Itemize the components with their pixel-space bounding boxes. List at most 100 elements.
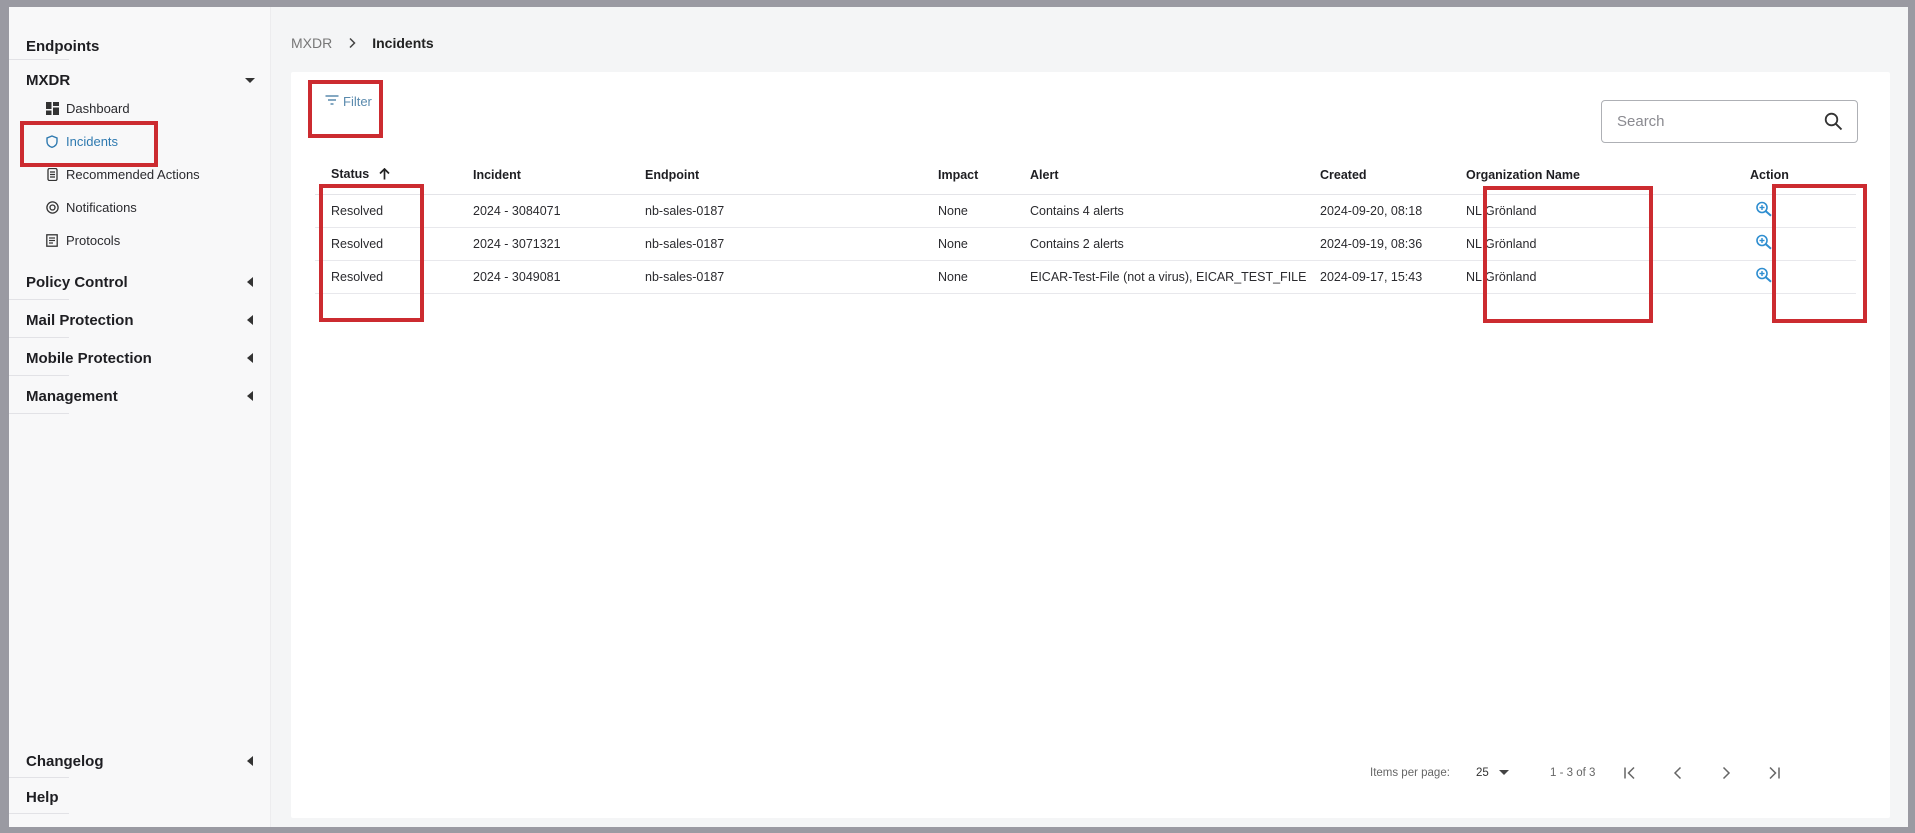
sidebar-item-incidents[interactable]: Incidents <box>9 125 271 158</box>
sidebar: Endpoints MXDR Dashboard Incidents Recom… <box>9 7 271 827</box>
previous-page-button[interactable] <box>1667 762 1689 784</box>
sidebar-section-management[interactable]: Management <box>9 377 271 415</box>
sidebar-section-help[interactable]: Help <box>9 779 271 815</box>
table-row[interactable]: Resolved 2024 - 3084071 nb-sales-0187 No… <box>315 194 1856 228</box>
sidebar-section-label: Policy Control <box>26 273 128 291</box>
items-per-page-select[interactable]: 25 <box>1476 767 1509 779</box>
chevron-down-icon <box>1498 770 1509 775</box>
cell-impact: None <box>938 260 1030 294</box>
column-header-created[interactable]: Created <box>1320 157 1466 195</box>
chevron-right-icon <box>346 37 358 49</box>
filter-button[interactable]: Filter <box>325 94 372 109</box>
sidebar-section-label: Mobile Protection <box>26 349 152 367</box>
search-field <box>1601 100 1858 143</box>
breadcrumb-current: Incidents <box>372 35 434 51</box>
sidebar-section-mxdr[interactable]: MXDR <box>9 65 271 95</box>
sidebar-bottom-nav: Changelog Help <box>9 743 271 815</box>
column-header-endpoint[interactable]: Endpoint <box>645 157 938 195</box>
search-icon[interactable] <box>1824 112 1843 136</box>
table-row[interactable]: Resolved 2024 - 3049081 nb-sales-0187 No… <box>315 260 1856 294</box>
sidebar-section-endpoints[interactable]: Endpoints <box>9 31 271 61</box>
cell-alert: Contains 4 alerts <box>1030 194 1320 228</box>
sidebar-section-label: Management <box>26 387 118 405</box>
chevron-left-icon <box>247 756 253 766</box>
zoom-in-icon[interactable] <box>1755 201 1773 217</box>
cell-organization: NL Grönland <box>1466 227 1750 261</box>
cell-incident: 2024 - 3049081 <box>473 260 645 294</box>
divider <box>9 59 69 60</box>
list-icon <box>45 168 59 182</box>
cell-created: 2024-09-17, 15:43 <box>1320 260 1466 294</box>
sidebar-section-mobile-protection[interactable]: Mobile Protection <box>9 339 271 377</box>
column-header-status[interactable]: Status <box>315 157 473 195</box>
highlight-box-filter <box>308 80 383 138</box>
sidebar-item-label: Incidents <box>66 134 119 149</box>
notification-icon <box>45 201 59 215</box>
zoom-in-icon[interactable] <box>1755 234 1773 250</box>
column-header-organization[interactable]: Organization Name <box>1466 157 1750 195</box>
cell-endpoint: nb-sales-0187 <box>645 227 938 261</box>
arrow-up-icon <box>379 168 390 183</box>
chevron-left-icon <box>1673 766 1682 780</box>
page-range-label: 1 - 3 of 3 <box>1550 767 1596 779</box>
incidents-table: Status Incident Endpoint Impact Alert Cr… <box>315 157 1856 294</box>
cell-created: 2024-09-19, 08:36 <box>1320 227 1466 261</box>
sidebar-item-label: Notifications <box>66 200 137 215</box>
sidebar-item-label: Recommended Actions <box>66 167 200 182</box>
zoom-in-icon[interactable] <box>1755 267 1773 283</box>
chevron-right-icon <box>1722 766 1731 780</box>
sidebar-item-recommended-actions[interactable]: Recommended Actions <box>9 158 271 191</box>
next-page-button[interactable] <box>1715 762 1737 784</box>
shield-icon <box>45 135 59 149</box>
first-page-button[interactable] <box>1619 762 1641 784</box>
cell-endpoint: nb-sales-0187 <box>645 260 938 294</box>
sidebar-section-label: Endpoints <box>26 37 100 55</box>
cell-impact: None <box>938 194 1030 228</box>
cell-status: Resolved <box>315 227 473 261</box>
divider <box>9 777 69 778</box>
breadcrumb: MXDR Incidents <box>291 35 434 51</box>
divider <box>9 337 69 338</box>
divider <box>9 375 69 376</box>
last-page-icon <box>1769 766 1780 780</box>
sidebar-section-mail-protection[interactable]: Mail Protection <box>9 301 271 339</box>
breadcrumb-root[interactable]: MXDR <box>291 35 332 51</box>
first-page-icon <box>1624 766 1635 780</box>
table-header-row: Status Incident Endpoint Impact Alert Cr… <box>315 157 1856 195</box>
chevron-left-icon <box>247 277 253 287</box>
sidebar-nav: Endpoints MXDR Dashboard Incidents Recom… <box>9 31 271 415</box>
sidebar-section-policy-control[interactable]: Policy Control <box>9 263 271 301</box>
incidents-card: Filter Status Incident Endpoint <box>291 72 1890 818</box>
search-input[interactable] <box>1602 101 1802 142</box>
column-header-alert[interactable]: Alert <box>1030 157 1320 195</box>
table-row[interactable]: Resolved 2024 - 3071321 nb-sales-0187 No… <box>315 227 1856 261</box>
cell-action <box>1750 227 1856 261</box>
dashboard-icon <box>45 102 59 116</box>
filter-icon <box>325 94 339 109</box>
column-header-impact[interactable]: Impact <box>938 157 1030 195</box>
sidebar-section-label: Changelog <box>26 752 104 770</box>
cell-incident: 2024 - 3084071 <box>473 194 645 228</box>
cell-organization: NL Grönland <box>1466 194 1750 228</box>
column-header-label: Status <box>331 167 370 182</box>
last-page-button[interactable] <box>1763 762 1785 784</box>
sidebar-item-label: Protocols <box>66 233 121 248</box>
chevron-down-icon <box>245 78 255 83</box>
cell-alert: Contains 2 alerts <box>1030 227 1320 261</box>
items-per-page-value: 25 <box>1476 767 1489 779</box>
chevron-left-icon <box>247 391 253 401</box>
sidebar-item-notifications[interactable]: Notifications <box>9 191 271 224</box>
column-header-incident[interactable]: Incident <box>473 157 645 195</box>
divider <box>9 413 69 414</box>
sidebar-section-changelog[interactable]: Changelog <box>9 743 271 779</box>
cell-organization: NL Grönland <box>1466 260 1750 294</box>
cell-status: Resolved <box>315 194 473 228</box>
cell-created: 2024-09-20, 08:18 <box>1320 194 1466 228</box>
column-header-action: Action <box>1750 157 1856 195</box>
chevron-left-icon <box>247 315 253 325</box>
cell-impact: None <box>938 227 1030 261</box>
sidebar-item-label: Dashboard <box>66 101 130 116</box>
sidebar-item-dashboard[interactable]: Dashboard <box>9 92 271 125</box>
divider <box>9 813 69 814</box>
sidebar-item-protocols[interactable]: Protocols <box>9 224 271 257</box>
